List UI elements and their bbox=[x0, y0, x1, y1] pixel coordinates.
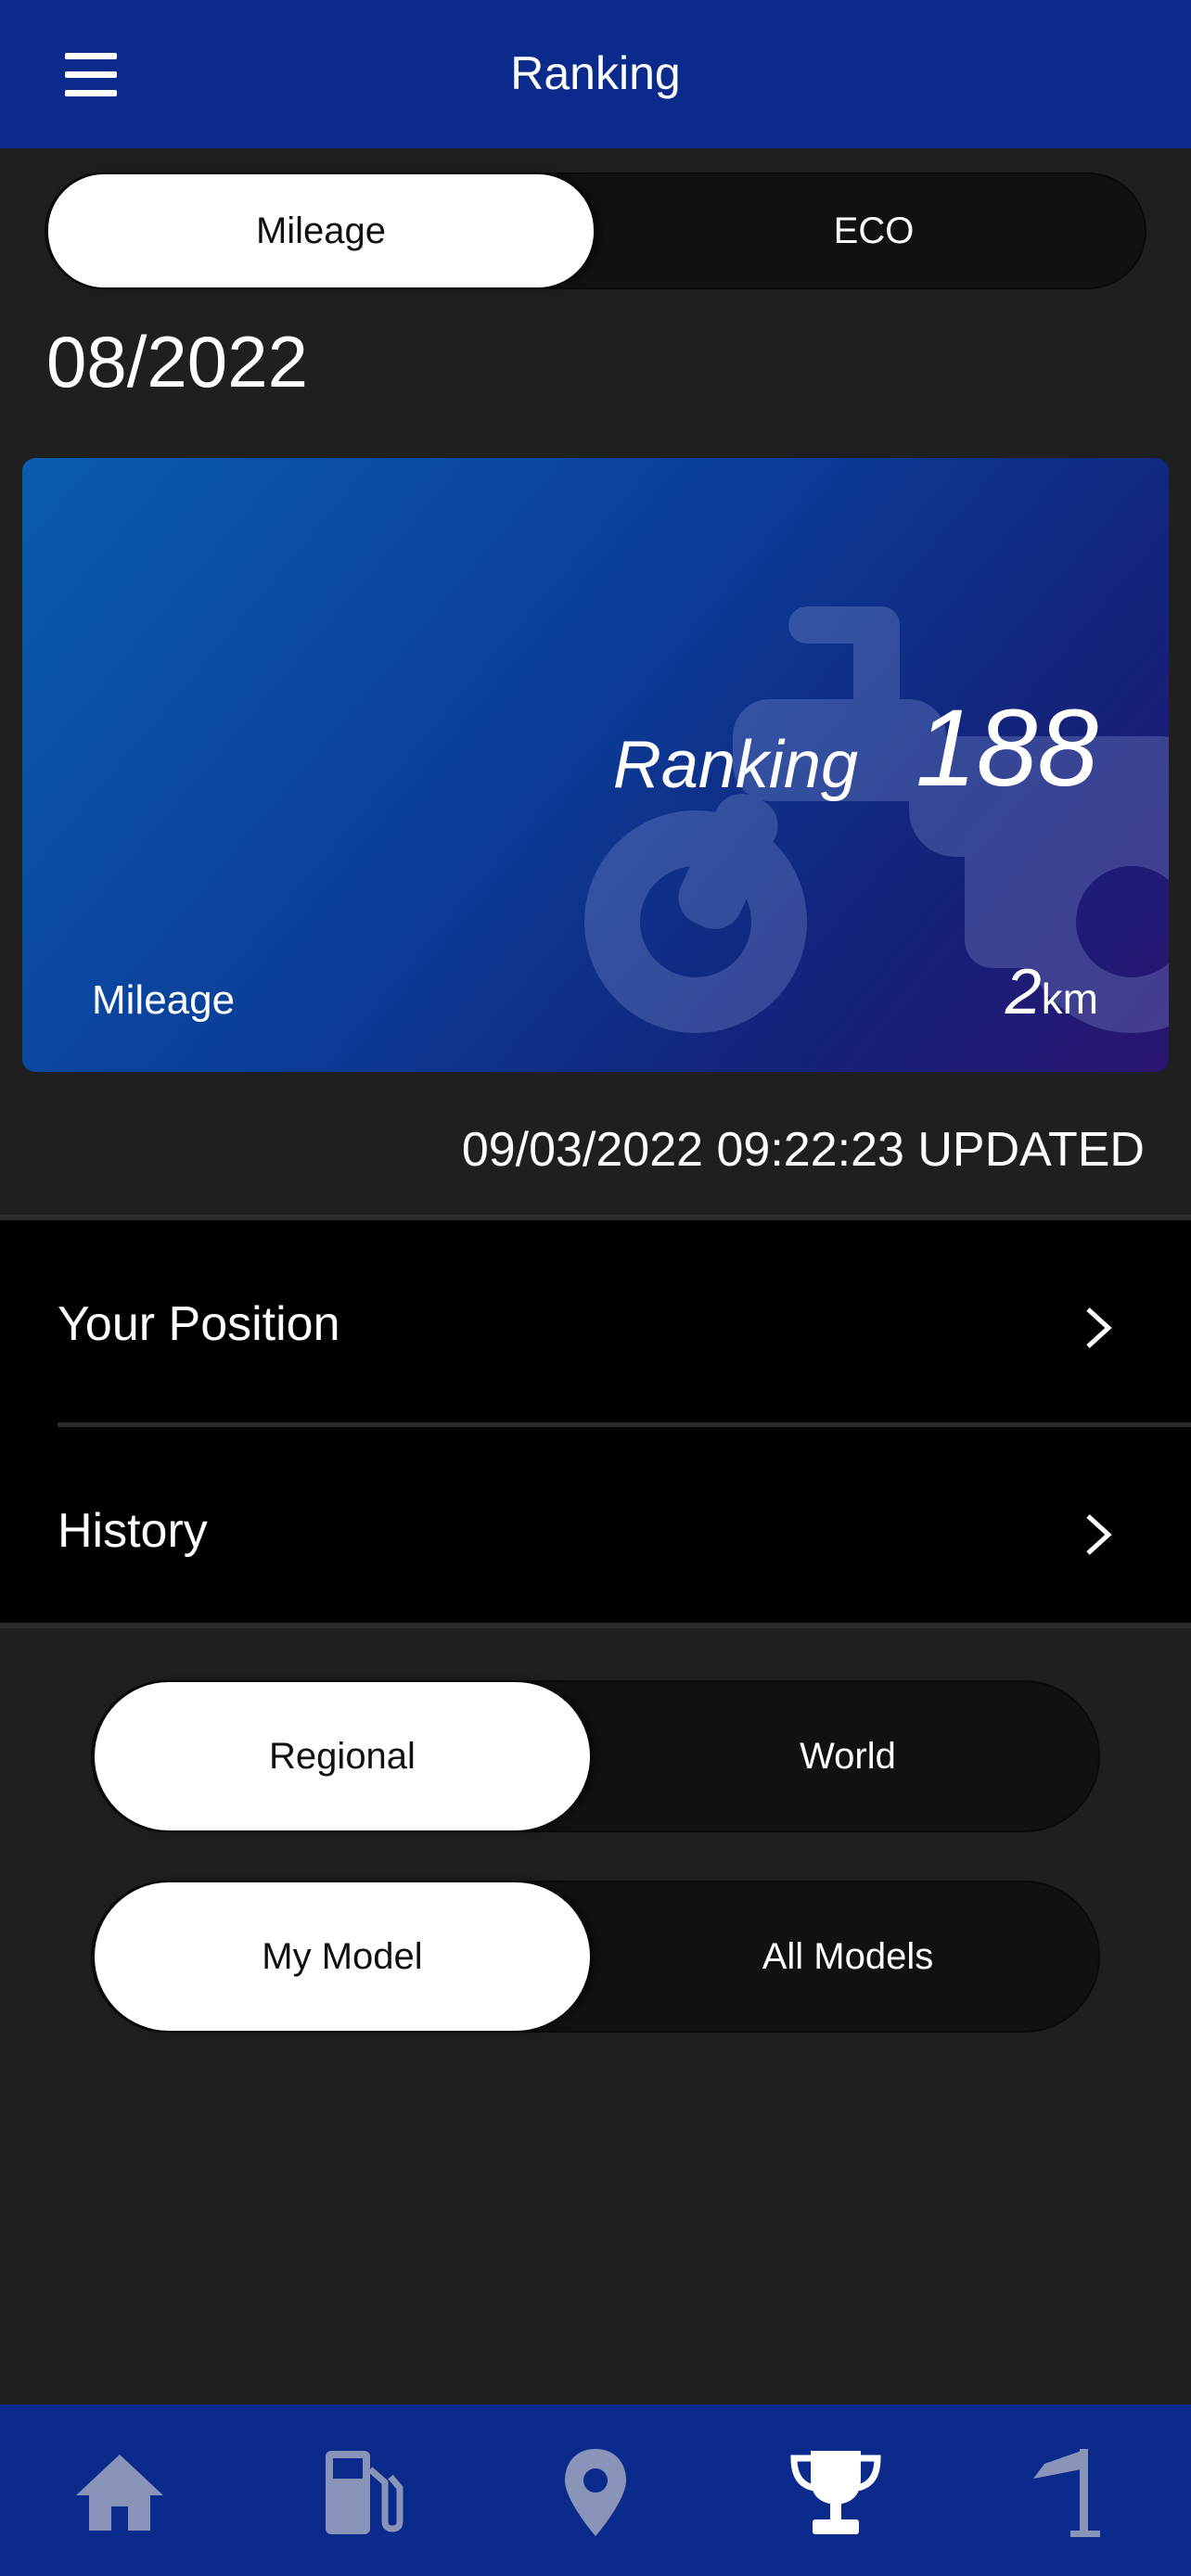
segment-mileage[interactable]: Mileage bbox=[48, 174, 594, 287]
chevron-right-icon bbox=[1086, 1307, 1112, 1348]
mileage-value: 2km bbox=[1005, 954, 1098, 1028]
rank-value: 188 bbox=[916, 687, 1098, 810]
model-segmented-control: My Model All Models bbox=[91, 1881, 1100, 2033]
page-title: Ranking bbox=[510, 47, 681, 99]
mileage-label: Mileage bbox=[92, 977, 236, 1023]
home-icon[interactable] bbox=[69, 2442, 171, 2544]
scope-segmented-control: Regional World bbox=[91, 1680, 1100, 1832]
metric-segmented-control: Mileage ECO bbox=[45, 172, 1146, 289]
ranking-card: Ranking 188 Mileage 2km bbox=[22, 458, 1169, 1072]
app-header: Ranking bbox=[0, 0, 1191, 148]
segment-all-models[interactable]: All Models bbox=[597, 1882, 1098, 2031]
segment-world[interactable]: World bbox=[597, 1682, 1098, 1830]
chevron-right-icon bbox=[1086, 1514, 1112, 1555]
trophy-icon[interactable] bbox=[785, 2442, 887, 2544]
segment-my-model[interactable]: My Model bbox=[95, 1882, 590, 2031]
mileage-unit: km bbox=[1041, 975, 1098, 1023]
bottom-tab-bar bbox=[0, 2404, 1191, 2576]
list-item-label: History bbox=[58, 1504, 208, 1558]
segment-regional[interactable]: Regional bbox=[95, 1682, 590, 1830]
flag-icon[interactable] bbox=[1024, 2442, 1126, 2544]
fuel-icon[interactable] bbox=[309, 2442, 411, 2544]
location-pin-icon[interactable] bbox=[544, 2442, 647, 2544]
list-item-history[interactable]: History bbox=[0, 1427, 1191, 1626]
segment-eco[interactable]: ECO bbox=[603, 174, 1145, 287]
mileage-number: 2 bbox=[1005, 955, 1042, 1027]
period-label: 08/2022 bbox=[46, 321, 308, 402]
list-item-your-position[interactable]: Your Position bbox=[0, 1220, 1191, 1419]
updated-timestamp: 09/03/2022 09:22:23 UPDATED bbox=[461, 1123, 1145, 1177]
rank-label: Ranking bbox=[612, 728, 858, 802]
ranking-menu-list: Your Position History bbox=[0, 1215, 1191, 1628]
list-item-label: Your Position bbox=[58, 1297, 340, 1351]
